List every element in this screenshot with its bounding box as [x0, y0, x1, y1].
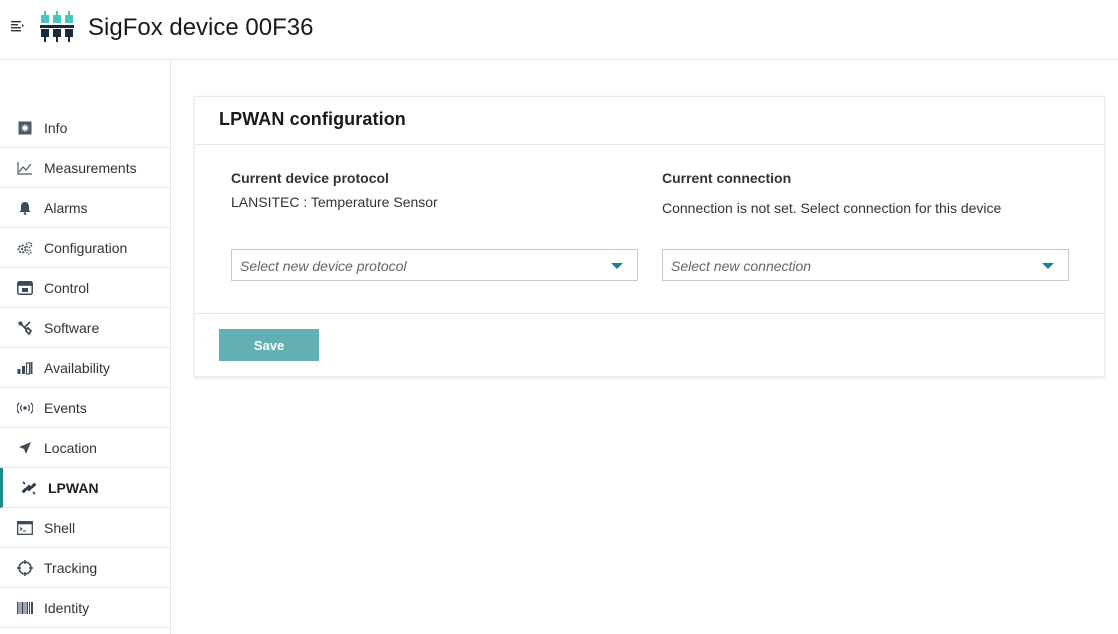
sidebar-item-label: Control	[44, 280, 90, 296]
sidebar-item-label: Identity	[44, 600, 90, 616]
sidebar-item-label: Shell	[44, 520, 76, 536]
info-icon	[17, 120, 33, 136]
sidebar-item-lpwan[interactable]: LPWAN	[0, 468, 170, 508]
sidebar-item-label: Software	[44, 320, 100, 336]
location-arrow-icon	[17, 440, 33, 456]
chevron-down-icon	[611, 263, 623, 269]
sidebar: Info Measurements Alarms Configuration C	[0, 60, 171, 634]
sidebar-item-identity[interactable]: Identity	[0, 588, 170, 628]
menu-toggle-icon[interactable]	[10, 19, 24, 33]
app-header: SigFox device 00F36	[0, 0, 1118, 60]
card-header: LPWAN configuration	[195, 97, 1104, 145]
connection-select[interactable]: Select new connection	[662, 249, 1069, 281]
sidebar-item-label: Measurements	[44, 160, 137, 176]
lpwan-satellite-icon	[21, 480, 37, 496]
save-button[interactable]: Save	[219, 329, 319, 361]
card-footer: Save	[195, 313, 1104, 377]
sidebar-item-label: Info	[44, 120, 68, 136]
current-protocol-value: LANSITEC : Temperature Sensor	[231, 194, 438, 210]
sidebar-item-control[interactable]: Control	[0, 268, 170, 308]
wrench-icon	[17, 320, 33, 336]
current-protocol-label: Current device protocol	[231, 170, 389, 186]
connection-placeholder: Select new connection	[671, 258, 812, 274]
sidebar-item-location[interactable]: Location	[0, 428, 170, 468]
terminal-icon	[17, 520, 33, 536]
device-logo-icon	[40, 11, 76, 43]
current-connection-label: Current connection	[662, 170, 792, 186]
sidebar-item-shell[interactable]: Shell	[0, 508, 170, 548]
sidebar-item-label: Events	[44, 400, 87, 416]
sidebar-item-label: LPWAN	[48, 480, 99, 496]
sidebar-item-label: Availability	[44, 360, 110, 376]
bell-icon	[17, 200, 33, 216]
bar-chart-icon	[17, 360, 33, 376]
sidebar-item-availability[interactable]: Availability	[0, 348, 170, 388]
sidebar-item-info[interactable]: Info	[0, 108, 170, 148]
device-protocol-placeholder: Select new device protocol	[240, 258, 407, 274]
sidebar-item-measurements[interactable]: Measurements	[0, 148, 170, 188]
sidebar-item-label: Tracking	[44, 560, 98, 576]
control-panel-icon	[17, 280, 33, 296]
lpwan-configuration-card: LPWAN configuration Current device proto…	[194, 96, 1105, 377]
sidebar-item-events[interactable]: Events	[0, 388, 170, 428]
current-connection-value: Connection is not set. Select connection…	[662, 200, 1002, 216]
barcode-icon	[17, 600, 33, 616]
sidebar-item-label: Alarms	[44, 200, 88, 216]
card-title: LPWAN configuration	[219, 109, 406, 129]
sidebar-item-label: Location	[44, 440, 97, 456]
sidebar-nav: Info Measurements Alarms Configuration C	[0, 108, 170, 628]
broadcast-icon	[17, 400, 33, 416]
sidebar-item-alarms[interactable]: Alarms	[0, 188, 170, 228]
chevron-down-icon	[1042, 263, 1054, 269]
crosshair-icon	[17, 560, 33, 576]
sidebar-item-label: Configuration	[44, 240, 128, 256]
page-title: SigFox device 00F36	[88, 14, 314, 41]
line-chart-icon	[17, 160, 33, 176]
sidebar-item-tracking[interactable]: Tracking	[0, 548, 170, 588]
device-protocol-select[interactable]: Select new device protocol	[231, 249, 638, 281]
gears-icon	[17, 240, 33, 256]
sidebar-item-software[interactable]: Software	[0, 308, 170, 348]
sidebar-item-configuration[interactable]: Configuration	[0, 228, 170, 268]
